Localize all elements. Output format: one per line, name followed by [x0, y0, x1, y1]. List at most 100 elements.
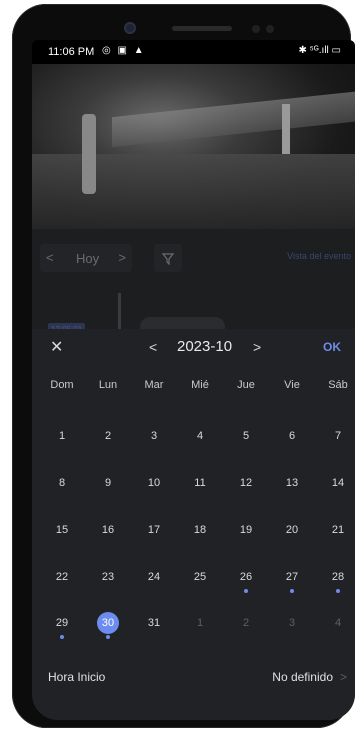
calendar-day[interactable]: 28 [316, 566, 355, 593]
month-label: 2023-10 [177, 338, 233, 355]
date-selector[interactable]: < Hoy > [40, 244, 132, 272]
filter-button[interactable] [154, 244, 182, 272]
calendar-day: 2 [224, 612, 268, 636]
calendar-day[interactable]: 4 [178, 425, 222, 449]
status-signal-battery: ✱ ⁵ᴳ.ıll ▭ [298, 45, 342, 56]
calendar-day[interactable]: 23 [86, 566, 130, 590]
calendar-day[interactable]: 24 [132, 566, 176, 590]
calendar-day-number: 7 [334, 430, 342, 442]
calendar-day[interactable]: 11 [178, 472, 222, 496]
calendar-day-number: 20 [285, 524, 299, 536]
calendar-day-number: 16 [101, 524, 115, 536]
close-icon[interactable]: ✕ [50, 337, 63, 357]
calendar-day-number: 2 [242, 617, 250, 629]
calendar-day-number: 22 [55, 571, 69, 583]
calendar-day-number: 17 [147, 524, 161, 536]
calendar-day-number: 19 [239, 524, 253, 536]
status-bar: 11:06 PM ◎ ▣ ▲ ✱ ⁵ᴳ.ıll ▭ [32, 40, 355, 64]
calendar-day[interactable]: 1 [40, 425, 84, 449]
status-icons: ◎ ▣ ▲ [102, 45, 146, 56]
calendar-day[interactable]: 16 [86, 519, 130, 543]
calendar-day-number: 18 [193, 524, 207, 536]
sensor [252, 25, 260, 33]
calendar-day[interactable]: 29 [40, 612, 84, 639]
calendar-day-number: 13 [285, 477, 299, 489]
playback-toolbar: < Hoy > Vista del evento 12:05:01 [32, 229, 355, 337]
calendar-day-number: 4 [334, 617, 342, 629]
screen: 11:06 PM ◎ ▣ ▲ ✱ ⁵ᴳ.ıll ▭ < Hoy > Vista … [32, 40, 355, 720]
calendar-day[interactable]: 31 [132, 612, 176, 636]
status-time: 11:06 PM [48, 46, 95, 58]
calendar-day-number: 5 [242, 430, 250, 442]
calendar-day[interactable]: 27 [270, 566, 314, 593]
weekday-label: Jue [237, 379, 255, 391]
calendar-day[interactable]: 18 [178, 519, 222, 543]
calendar-day[interactable]: 21 [316, 519, 355, 543]
calendar-day-number: 1 [196, 617, 204, 629]
calendar-day-number: 3 [288, 617, 296, 629]
chevron-right-icon: > [339, 670, 347, 684]
next-month-button[interactable]: > [253, 339, 261, 355]
front-camera [124, 22, 136, 34]
calendar-day[interactable]: 26 [224, 566, 268, 593]
calendar-day-number: 26 [239, 571, 253, 583]
camera-video-feed[interactable] [32, 64, 355, 229]
video-road [112, 90, 355, 148]
calendar-day[interactable]: 12 [224, 472, 268, 496]
calendar-day: 4 [316, 612, 355, 636]
calendar-day[interactable]: 17 [132, 519, 176, 543]
event-view-link[interactable]: Vista del evento [287, 251, 351, 261]
calendar-day[interactable]: 6 [270, 425, 314, 449]
calendar-day[interactable]: 3 [132, 425, 176, 449]
calendar-day-number: 29 [55, 617, 69, 629]
calendar-day-number: 2 [104, 430, 112, 442]
calendar-day-number: 4 [196, 430, 204, 442]
calendar-day[interactable]: 5 [224, 425, 268, 449]
calendar-day[interactable]: 2 [86, 425, 130, 449]
calendar-day[interactable]: 13 [270, 472, 314, 496]
calendar-day[interactable]: 7 [316, 425, 355, 449]
calendar-day-number: 21 [331, 524, 345, 536]
calendar-day-number: 28 [331, 571, 345, 583]
calendar-day[interactable]: 8 [40, 472, 84, 496]
next-day-button[interactable]: > [118, 250, 126, 265]
calendar-day[interactable]: 14 [316, 472, 355, 496]
sensor [266, 25, 274, 33]
calendar-day: 3 [270, 612, 314, 636]
weekday-label: Dom [50, 379, 74, 391]
date-picker-header: ✕ < 2023-10 > OK [32, 329, 355, 369]
calendar-day[interactable]: 30 [86, 612, 130, 639]
calendar-day-number: 8 [58, 477, 66, 489]
prev-day-button[interactable]: < [46, 250, 54, 265]
calendar-day-number: 24 [147, 571, 161, 583]
calendar-day[interactable]: 20 [270, 519, 314, 543]
weekday-label: Mar [144, 379, 164, 391]
calendar-day-number: 3 [150, 430, 158, 442]
calendar-day-number: 23 [101, 571, 115, 583]
calendar-day-number: 1 [58, 430, 66, 442]
phone-frame: 11:06 PM ◎ ▣ ▲ ✱ ⁵ᴳ.ıll ▭ < Hoy > Vista … [12, 4, 355, 728]
today-label[interactable]: Hoy [76, 251, 99, 266]
calendar-day-number: 12 [239, 477, 253, 489]
calendar-day-number: 6 [288, 430, 296, 442]
start-time-row[interactable]: Hora Inicio No definido > [32, 664, 355, 694]
calendar-day[interactable]: 10 [132, 472, 176, 496]
earpiece-speaker [172, 26, 232, 31]
calendar-day-number: 27 [285, 571, 299, 583]
calendar-day[interactable]: 19 [224, 519, 268, 543]
timeline-marker [118, 293, 121, 329]
prev-month-button[interactable]: < [149, 339, 157, 355]
calendar-day: 1 [178, 612, 222, 636]
calendar-day[interactable]: 25 [178, 566, 222, 590]
video-tree [82, 114, 96, 194]
weekday-label: Mié [191, 379, 209, 391]
calendar-day[interactable]: 15 [40, 519, 84, 543]
calendar-day[interactable]: 9 [86, 472, 130, 496]
calendar-day-number: 9 [104, 477, 112, 489]
start-time-value: No definido [272, 670, 333, 684]
calendar-day-number: 30 [97, 612, 119, 634]
event-indicator-dot [290, 589, 294, 593]
video-post [282, 104, 290, 154]
ok-button[interactable]: OK [323, 340, 341, 354]
calendar-day[interactable]: 22 [40, 566, 84, 590]
